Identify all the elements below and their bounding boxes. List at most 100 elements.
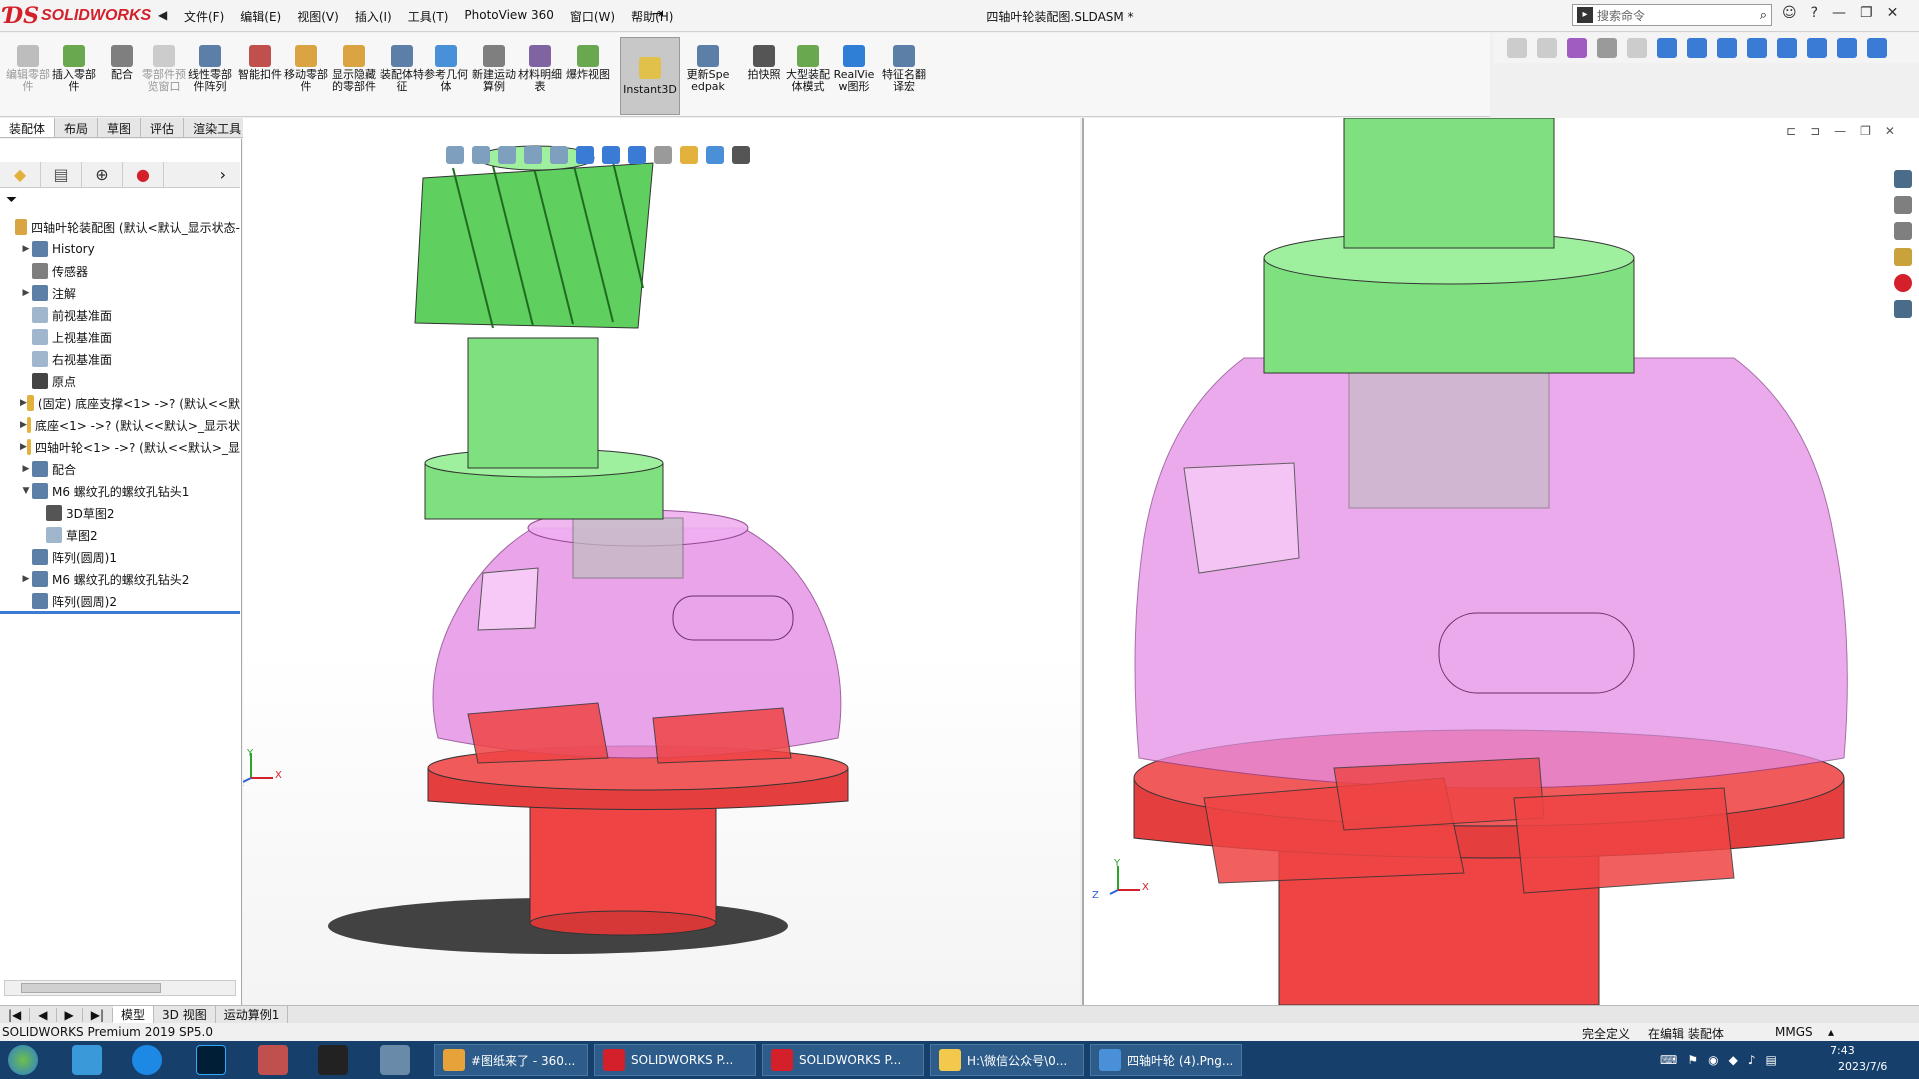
view-settings-icon[interactable] [706,146,724,164]
custom-properties-icon[interactable] [1894,300,1912,318]
user-icon[interactable]: ☺ [1782,5,1797,21]
tree-item[interactable]: ▶ History [0,238,240,260]
viewport-close-icon[interactable]: ✕ [1885,124,1895,138]
ribbon-button[interactable]: 显示隐藏的零部件 [330,45,378,93]
search-icon[interactable]: ⌕ [1760,8,1767,23]
menu-item[interactable]: 视图(V) [289,6,347,27]
scroll-thumb[interactable] [21,983,161,993]
menu-item[interactable]: 插入(I) [347,6,400,27]
collapse-menu-icon[interactable]: ◀ [158,8,167,22]
tree-horizontal-scrollbar[interactable] [4,980,236,996]
tree-item[interactable]: 四轴叶轮装配图 (默认<默认_显示状态- [0,216,240,238]
expand-arrow-icon[interactable]: ▶ [20,244,32,254]
graphics-viewport-right[interactable]: Y X Z [1082,118,1919,1005]
taskbar-app[interactable]: 四轴叶轮 (4).Png... [1090,1044,1242,1076]
ribbon-button[interactable]: 更新Speedpak [684,45,732,93]
ribbon-button[interactable]: 配合 [98,45,146,81]
minimize-icon[interactable]: — [1832,5,1846,21]
menu-item[interactable]: PhotoView 360 [456,6,561,27]
tree-rollback-bar[interactable] [0,611,240,614]
tree-item[interactable]: 3D草图2 [0,502,240,524]
tile-right-icon[interactable]: ⊐ [1810,124,1820,138]
flag-icon[interactable]: ⚑ [1687,1053,1698,1067]
pin-menu-icon[interactable]: ⇥ [652,6,664,22]
app-icon-4[interactable] [258,1045,288,1075]
ribbon-button[interactable]: 拍快照 [740,45,788,81]
tree-item[interactable]: ▶ 注解 [0,282,240,304]
property-manager-tab-icon[interactable]: ▤ [41,161,82,188]
volume-icon[interactable]: ♪ [1748,1053,1756,1067]
taskbar-app[interactable]: H:\微信公众号\0... [930,1044,1084,1076]
expand-arrow-icon[interactable]: ▶ [20,442,27,452]
nav-prev-icon[interactable]: ◀ [30,1007,57,1022]
start-button-icon[interactable] [8,1045,38,1075]
axis-icon[interactable] [1747,38,1767,58]
model-tab[interactable]: 运动算例1 [216,1006,289,1023]
photoshop-icon[interactable] [196,1045,226,1075]
antivirus-icon[interactable]: ◉ [1708,1053,1718,1067]
view-orientation-icon[interactable] [576,146,594,164]
ribbon-button[interactable]: 装配体特征 [378,45,426,93]
display-manager-tab-icon[interactable]: ● [123,161,164,188]
expand-arrow-icon[interactable]: ▼ [20,486,32,496]
instant3d-button[interactable]: Instant3D [620,37,680,115]
filter-icon[interactable] [1507,38,1527,58]
coordinate-icon[interactable] [1867,38,1887,58]
feature-manager-tab-icon[interactable]: ◆ [0,161,41,188]
app-icon-6[interactable] [380,1045,410,1075]
tree-item[interactable]: ▶ 配合 [0,458,240,480]
ribbon-button[interactable]: 大型装配体模式 [784,45,832,93]
tree-item[interactable]: ▶ (固定) 底座支撑<1> ->? (默认<<默 [0,392,240,414]
tree-item[interactable]: 原点 [0,370,240,392]
menu-item[interactable]: 工具(T) [400,6,457,27]
smart-dimension-icon[interactable] [1807,38,1827,58]
close-icon[interactable]: ✕ [1887,5,1899,21]
tree-item[interactable]: ▼ M6 螺纹孔的螺纹孔钻头1 [0,480,240,502]
menu-item[interactable]: 编辑(E) [232,6,289,27]
tile-left-icon[interactable]: ⊏ [1786,124,1796,138]
filter-faces-icon[interactable] [1537,38,1557,58]
search-commands-box[interactable]: ▸ 搜索命令 ⌕ [1572,4,1772,26]
tree-item[interactable]: ▶ 四轴叶轮<1> ->? (默认<<默认>_显 [0,436,240,458]
hide-show-items-icon[interactable] [628,146,646,164]
nav-next-icon[interactable]: ▶ [57,1007,83,1022]
ribbon-button[interactable]: 材料明细表 [516,45,564,93]
expand-arrow-icon[interactable]: ▶ [20,288,32,298]
zoom-to-fit-icon[interactable] [472,146,490,164]
restore-icon[interactable]: ❐ [1860,5,1873,21]
baidu-netdisk-icon[interactable] [72,1045,102,1075]
menu-item[interactable]: 窗口(W) [562,6,623,27]
panel-expand-icon[interactable]: › [164,162,234,188]
help-icon[interactable]: ? [1811,5,1818,21]
keyboard-icon[interactable]: ⌨ [1660,1053,1677,1067]
tree-item[interactable]: 阵列(圆周)2 [0,590,240,612]
ribbon-button[interactable]: RealView图形 [830,45,878,93]
nav-first-icon[interactable]: |◀ [0,1007,31,1022]
graphics-viewport-left[interactable]: Y X Z [243,118,1080,1005]
design-library-icon[interactable] [1894,196,1912,214]
command-tab[interactable]: 渲染工具 [184,118,252,137]
view-palette-icon[interactable] [1894,248,1912,266]
command-tab[interactable]: 布局 [55,118,99,137]
tree-item[interactable]: 传感器 [0,260,240,282]
taskbar-app[interactable]: #图纸来了 - 360... [434,1044,588,1076]
expand-arrow-icon[interactable]: ▶ [20,464,32,474]
clock-date[interactable]: 2023/7/6 [1838,1060,1887,1073]
command-tab[interactable]: 草图 [98,118,142,137]
tree-item[interactable]: ▶ 底座<1> ->? (默认<<默认>_显示状 [0,414,240,436]
units-status[interactable]: MMGS [1775,1025,1813,1039]
ribbon-button[interactable]: 新建运动算例 [470,45,518,93]
box-icon[interactable] [1777,38,1797,58]
units-caret-icon[interactable]: ▴ [1828,1025,1834,1039]
tree-item[interactable]: 上视基准面 [0,326,240,348]
edit-appearance-icon[interactable] [654,146,672,164]
tree-item[interactable]: 阵列(圆周)1 [0,546,240,568]
plane-icon[interactable] [1717,38,1737,58]
tree-filter-icon[interactable]: ⏷ [6,192,17,208]
model-tab[interactable]: 3D 视图 [154,1006,216,1023]
ribbon-button[interactable]: 特征名翻译宏 [880,45,928,93]
model-tab[interactable]: 模型 [113,1006,155,1023]
measure-icon[interactable] [1837,38,1857,58]
display-settings-icon[interactable] [732,146,750,164]
app-icon-5[interactable] [318,1045,348,1075]
